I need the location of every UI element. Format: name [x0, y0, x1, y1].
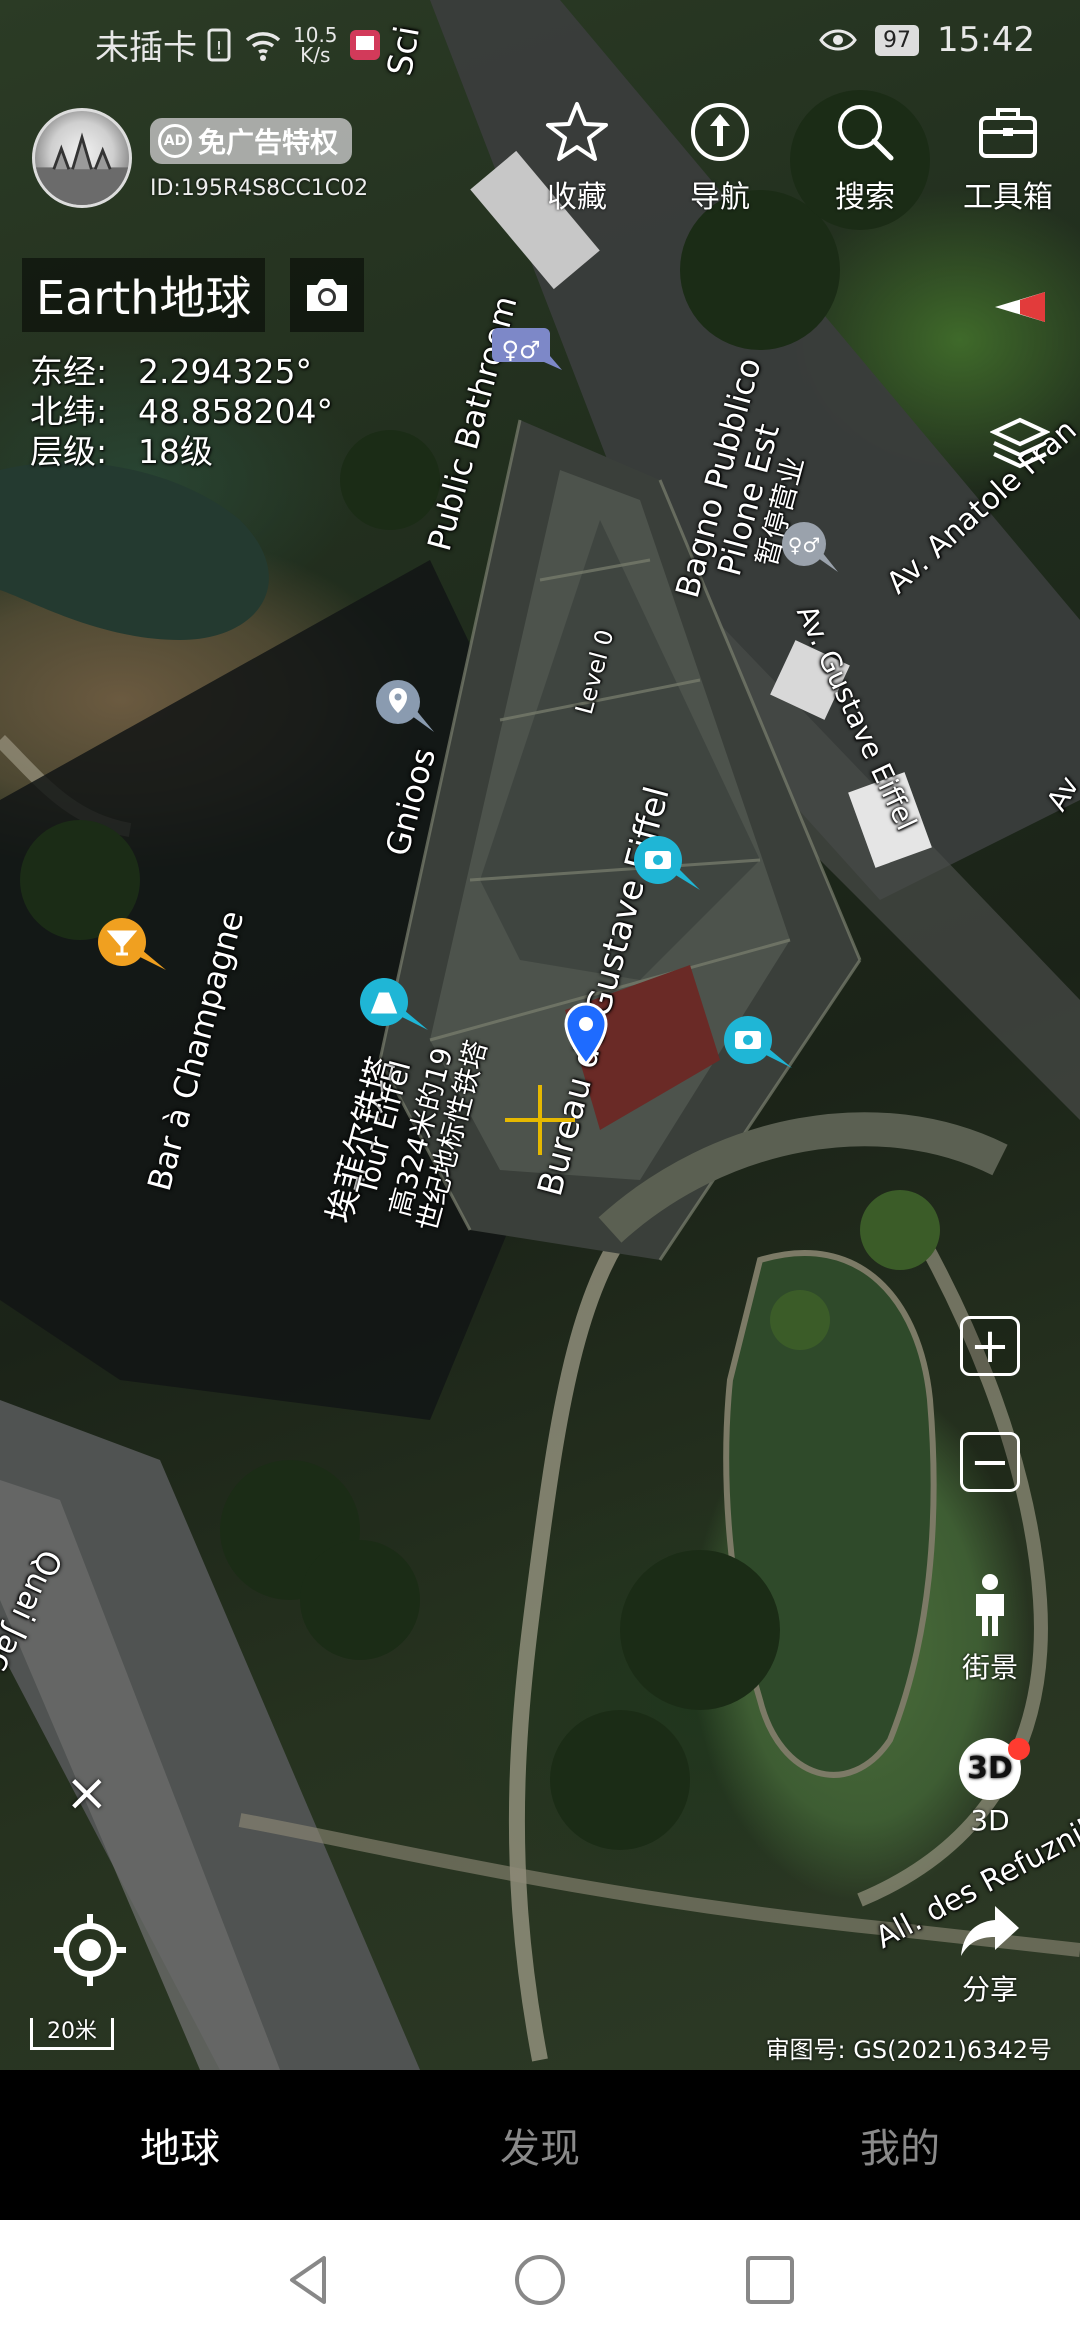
search-button[interactable]: 搜索	[805, 100, 925, 216]
ad-free-label: 免广告特权	[198, 126, 339, 159]
search-icon	[838, 105, 894, 161]
poi-bar-icon[interactable]	[94, 914, 174, 978]
navigation-label: 导航	[690, 180, 750, 215]
svg-text:♀♂: ♀♂	[788, 533, 821, 557]
new-dot-badge	[1008, 1738, 1030, 1760]
center-crosshair	[505, 1085, 575, 1155]
search-label: 搜索	[835, 180, 895, 215]
app-title: Earth地球	[22, 258, 266, 332]
bottom-tab-bar: 地球 发现 我的	[0, 2070, 1080, 2220]
toolbox-label: 工具箱	[963, 180, 1053, 215]
navigation-icon	[691, 103, 749, 161]
net-speed-unit: K/s	[300, 42, 331, 67]
navigation-button[interactable]: 导航	[660, 100, 780, 216]
screenshot-button[interactable]	[290, 258, 364, 332]
wifi-icon	[245, 31, 281, 61]
toolbox-icon	[979, 108, 1037, 158]
sim-icon: !	[207, 28, 231, 61]
tab-discover[interactable]: 发现	[360, 2070, 720, 2220]
tab-earth[interactable]: 地球	[0, 2070, 360, 2220]
layers-icon[interactable]	[990, 416, 1050, 472]
svg-text:!: !	[215, 38, 222, 59]
status-bar: 未插卡 ! 10.5 K/s 97 15:42	[0, 0, 1080, 86]
street-view-button[interactable]: 街景	[950, 1572, 1030, 1686]
poi-camera-2-icon[interactable]	[720, 1012, 800, 1076]
zoom-level-label: 层级:	[30, 432, 108, 471]
favorites-label: 收藏	[547, 180, 607, 215]
user-avatar[interactable]	[32, 108, 132, 208]
longitude-label: 东经:	[30, 352, 108, 391]
compass-icon[interactable]	[995, 292, 1045, 322]
latitude-label: 北纬:	[30, 392, 108, 431]
user-id: ID:195R4S8CC1C02	[150, 176, 369, 201]
poi-camera-icon[interactable]	[630, 832, 710, 896]
back-icon[interactable]	[280, 2250, 340, 2310]
coordinates-panel: 东经: 2.294325° 北纬: 48.858204° 层级: 18级	[30, 352, 333, 472]
3d-button[interactable]: 3D 3D	[950, 1738, 1030, 1837]
ad-icon: AD	[158, 124, 192, 158]
longitude-value: 2.294325°	[138, 352, 312, 391]
home-icon[interactable]	[510, 2250, 570, 2310]
my-location-button[interactable]	[52, 1912, 128, 1988]
app-notification-icon	[349, 29, 380, 60]
toolbox-button[interactable]: 工具箱	[948, 100, 1068, 216]
star-icon	[546, 102, 608, 161]
latitude-value: 48.858204°	[138, 392, 333, 431]
poi-gnioos-icon[interactable]	[372, 676, 448, 740]
tab-mine[interactable]: 我的	[720, 2070, 1080, 2220]
eye-comfort-icon	[819, 29, 857, 51]
pegman-icon	[976, 1574, 1004, 1636]
poi-tower-icon[interactable]	[356, 974, 436, 1038]
system-nav-bar	[0, 2220, 1080, 2340]
ad-free-badge[interactable]: AD 免广告特权	[150, 118, 353, 164]
svg-text:♀♂: ♀♂	[501, 336, 540, 364]
3d-label: 3D	[970, 1804, 1010, 1837]
camera-icon	[307, 279, 347, 311]
map-approval-number: 审图号: GS(2021)6342号	[765, 2036, 1052, 2064]
favorites-button[interactable]: 收藏	[517, 100, 637, 216]
recents-icon[interactable]	[740, 2250, 800, 2310]
poi-restroom-icon[interactable]: ♀♂	[488, 322, 566, 382]
net-speed-value: 10.5	[293, 22, 338, 47]
carrier-text: 未插卡	[95, 28, 197, 68]
avatar-image	[35, 132, 129, 205]
zoom-in-button[interactable]: +	[960, 1316, 1020, 1376]
zoom-out-button[interactable]: −	[960, 1432, 1020, 1492]
street-view-label: 街景	[961, 1651, 1018, 1684]
poi-restroom-east-icon[interactable]: ♀♂	[778, 518, 844, 578]
close-button[interactable]: ×	[65, 1767, 109, 1819]
share-button[interactable]: 分享	[950, 1902, 1030, 2008]
map-scale: 20米	[30, 2018, 114, 2050]
zoom-level-value: 18级	[138, 432, 213, 471]
share-label: 分享	[961, 1973, 1018, 2006]
clock: 15:42	[937, 20, 1035, 60]
share-icon	[961, 1906, 1019, 1956]
location-pin-icon[interactable]	[562, 1002, 610, 1070]
battery-level: 97	[875, 24, 920, 56]
